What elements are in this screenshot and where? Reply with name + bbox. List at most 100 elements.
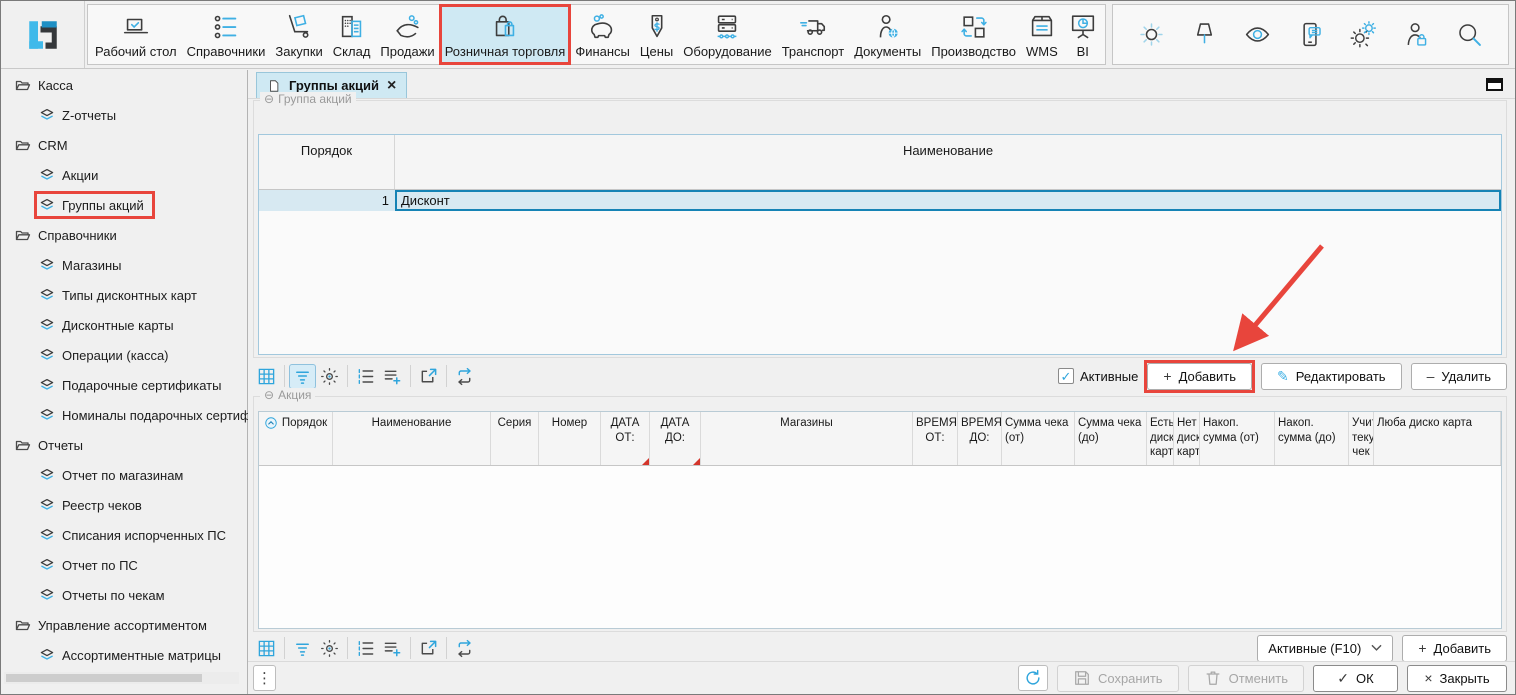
price-tag-icon (642, 12, 672, 42)
add-list-button[interactable] (379, 636, 406, 661)
layers-icon (39, 527, 55, 543)
grid-view-button[interactable] (253, 364, 280, 389)
column-header-no-card[interactable]: Нет диско карты (1174, 412, 1200, 465)
more-options-button[interactable]: ⋮ (253, 665, 276, 691)
sidebar-item-receipt-reports[interactable]: Отчеты по чекам (1, 580, 247, 610)
export-button[interactable] (415, 364, 442, 389)
column-header-order[interactable]: Порядок (259, 135, 395, 189)
settings-button[interactable] (316, 364, 343, 389)
sidebar-item-promos[interactable]: Акции (1, 160, 247, 190)
eye-icon[interactable] (1243, 20, 1272, 49)
sidebar-item-discount-cards[interactable]: Дисконтные карты (1, 310, 247, 340)
delete-promo-group-button[interactable]: –Удалить (1411, 363, 1507, 390)
close-button[interactable]: ×Закрыть (1407, 665, 1507, 692)
settings-gears-icon[interactable] (1349, 20, 1378, 49)
ribbon-item-transport[interactable]: Транспорт (777, 5, 850, 64)
column-header-name[interactable]: Наименование (333, 412, 491, 465)
sidebar-folder-reports[interactable]: Отчеты (1, 430, 247, 460)
column-header-date-to[interactable]: ДАТА ДО: (650, 412, 701, 465)
sidebar-folder-kassa[interactable]: Касса (1, 70, 247, 100)
ribbon-item-equipment[interactable]: Оборудование (678, 5, 776, 64)
column-header-accum-from[interactable]: Накоп. сумма (от) (1200, 412, 1275, 465)
grid-view-button[interactable] (253, 636, 280, 661)
export-button[interactable] (415, 636, 442, 661)
ribbon-item-bi[interactable]: BI (1063, 5, 1103, 64)
column-header-name[interactable]: Наименование (395, 135, 1501, 189)
column-header-sum-from[interactable]: Сумма чека (от) (1002, 412, 1075, 465)
cancel-button[interactable]: Отменить (1188, 665, 1304, 692)
column-header-date-from[interactable]: ДАТА ОТ: (601, 412, 650, 465)
search-icon[interactable] (1455, 20, 1484, 49)
pin-icon[interactable] (1190, 20, 1219, 49)
scrollbar-thumb[interactable] (6, 674, 202, 682)
edit-promo-group-button[interactable]: ✎Редактировать (1261, 363, 1402, 390)
numbered-list-button[interactable] (352, 636, 379, 661)
sidebar-item-z-reports[interactable]: Z-отчеты (1, 100, 247, 130)
sidebar-item-ps-report[interactable]: Отчет по ПС (1, 550, 247, 580)
ribbon-item-production[interactable]: Производство (926, 5, 1021, 64)
column-header-sum-to[interactable]: Сумма чека (до) (1075, 412, 1147, 465)
ribbon-item-desktop[interactable]: Рабочий стол (90, 5, 182, 64)
column-header-stores[interactable]: Магазины (701, 412, 913, 465)
sidebar-item-gift-certificates[interactable]: Подарочные сертификаты (1, 370, 247, 400)
column-header-number[interactable]: Номер (539, 412, 601, 465)
filter-button[interactable] (289, 636, 316, 661)
ribbon-item-finance[interactable]: Финансы (570, 5, 635, 64)
sidebar-item-cash-operations[interactable]: Операции (касса) (1, 340, 247, 370)
numbered-list-button[interactable] (352, 364, 379, 389)
save-button[interactable]: Сохранить (1057, 665, 1179, 692)
ribbon-item-warehouse[interactable]: Склад (328, 5, 376, 64)
sidebar-horizontal-scrollbar[interactable] (4, 672, 239, 684)
collapse-icon[interactable]: ⊖ (264, 92, 274, 106)
cell-order[interactable]: 1 (259, 190, 395, 211)
column-header-time-from[interactable]: ВРЕМЯ ОТ: (913, 412, 958, 465)
sidebar-item-receipt-register[interactable]: Реестр чеков (1, 490, 247, 520)
sidebar-folder-assortment[interactable]: Управление ассортиментом (1, 610, 247, 640)
filter-button[interactable] (289, 364, 316, 389)
sync-button[interactable] (1018, 665, 1048, 691)
ribbon-item-prices[interactable]: Цены (635, 5, 678, 64)
sidebar-item-spoiled-writeoffs[interactable]: Списания испорченных ПС (1, 520, 247, 550)
feedback-chat-icon[interactable] (1296, 20, 1325, 49)
column-header-order[interactable]: Порядок (259, 412, 333, 465)
sidebar-item-discount-card-types[interactable]: Типы дисконтных карт (1, 280, 247, 310)
ribbon-item-sales[interactable]: Продажи (375, 5, 439, 64)
sidebar-folder-crm[interactable]: CRM (1, 130, 247, 160)
table-row-selected[interactable]: 1 Дисконт (259, 190, 1501, 211)
column-header-count-current[interactable]: Учить текущ чек (1349, 412, 1374, 465)
sidebar-item-stores[interactable]: Магазины (1, 250, 247, 280)
refresh-button[interactable] (451, 364, 478, 389)
ribbon-item-wms[interactable]: WMS (1021, 5, 1063, 64)
ribbon-item-retail-selected[interactable]: Розничная торговля (440, 5, 571, 64)
active-checkbox[interactable]: ✓ (1058, 368, 1074, 384)
promo-groups-table[interactable]: Порядок Наименование 1 Дисконт (258, 134, 1502, 355)
refresh-button[interactable] (451, 636, 478, 661)
column-header-has-card[interactable]: Есть диско карта (1147, 412, 1174, 465)
sidebar-item-assortment-matrices[interactable]: Ассортиментные матрицы (1, 640, 247, 670)
promo-table[interactable]: Порядок Наименование Серия Номер ДАТА ОТ… (258, 411, 1502, 629)
ribbon-item-purchases[interactable]: Закупки (270, 5, 327, 64)
list-plus-icon (383, 639, 402, 658)
sidebar-item-store-report[interactable]: Отчет по магазинам (1, 460, 247, 490)
theme-icon[interactable] (1137, 20, 1166, 49)
column-header-any-card[interactable]: Люба диско карта (1374, 412, 1501, 465)
column-header-series[interactable]: Серия (491, 412, 539, 465)
ribbon-item-references[interactable]: Справочники (182, 5, 271, 64)
ok-button[interactable]: ✓ОК (1313, 665, 1398, 692)
tab-close-icon[interactable]: × (387, 78, 396, 94)
settings-button[interactable] (316, 636, 343, 661)
add-promo-group-button[interactable]: +Добавить (1147, 363, 1252, 390)
sidebar-folder-references[interactable]: Справочники (1, 220, 247, 250)
add-list-button[interactable] (379, 364, 406, 389)
column-header-accum-to[interactable]: Накоп. сумма (до) (1275, 412, 1349, 465)
sidebar-item-gift-certificate-nominals[interactable]: Номиналы подарочных сертифи (1, 400, 247, 430)
active-filter-dropdown[interactable]: Активные (F10) (1257, 635, 1393, 662)
sidebar-item-promo-groups[interactable]: Группы акций (1, 190, 247, 220)
add-promo-button[interactable]: +Добавить (1402, 635, 1507, 662)
collapse-icon[interactable]: ⊖ (264, 388, 274, 402)
column-header-time-to[interactable]: ВРЕМЯ ДО: (958, 412, 1002, 465)
maximize-icon[interactable] (1486, 78, 1503, 91)
cell-name-selected[interactable]: Дисконт (395, 190, 1501, 211)
user-lock-icon[interactable] (1402, 20, 1431, 49)
ribbon-item-documents[interactable]: Документы (849, 5, 926, 64)
